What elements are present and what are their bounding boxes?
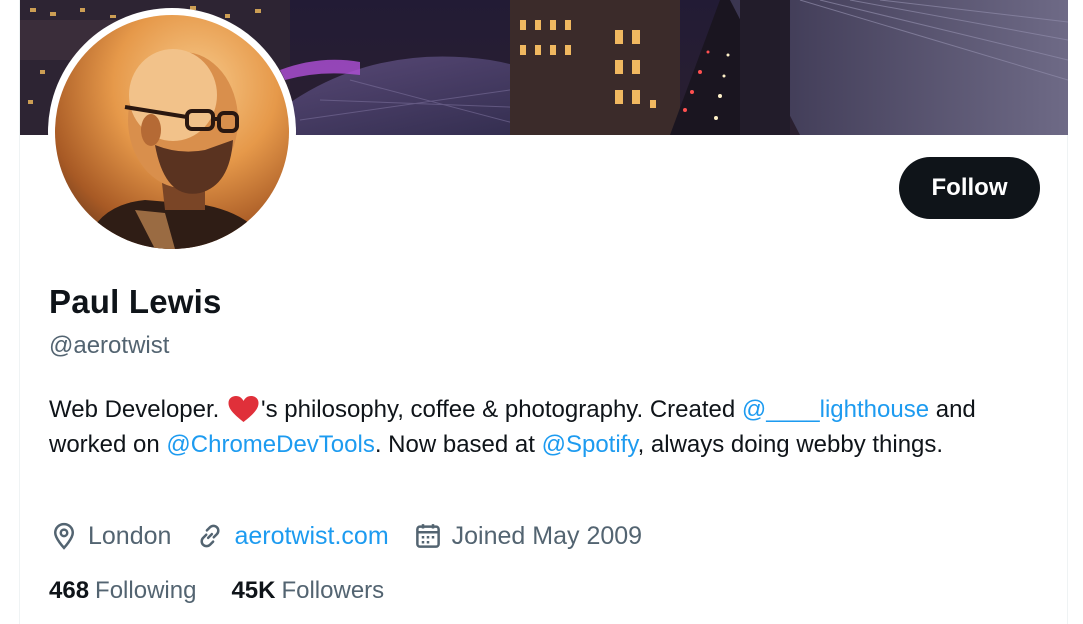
joined-item: Joined May 2009 [413, 521, 642, 551]
following-link[interactable]: 468 Following [49, 577, 196, 605]
follow-button[interactable]: Follow [899, 157, 1040, 219]
location-text: London [88, 521, 172, 550]
mention-spotify-link[interactable]: @Spotify [542, 431, 638, 458]
avatar-portrait-image [85, 49, 270, 249]
followers-link[interactable]: 45K Followers [231, 577, 384, 605]
profile-page: Follow Paul Lewis @aerotwist Web Develop… [0, 0, 1083, 624]
website-item: aerotwist.com [195, 521, 389, 551]
following-label: Following [95, 577, 197, 604]
bio-text: , always doing webby things. [637, 431, 944, 458]
mention-chromedevtools-link[interactable]: @ChromeDevTools [166, 431, 374, 458]
bio-text: 's philosophy, coffee & photography. Cre… [261, 396, 742, 423]
location-item: London [49, 521, 171, 551]
profile-name: Paul Lewis [49, 283, 222, 320]
profile-handle: @aerotwist [49, 332, 170, 359]
profile-stats: 468 Following 45K Followers [49, 574, 419, 608]
website-link[interactable]: aerotwist.com [234, 522, 388, 551]
followers-label: Followers [281, 577, 385, 604]
followers-count: 45K [231, 577, 276, 604]
link-icon [200, 524, 220, 548]
profile-bio: Web Developer. 's philosophy, coffee & p… [49, 392, 1039, 462]
following-count: 468 [49, 577, 90, 604]
joined-text: Joined May 2009 [451, 521, 643, 550]
location-pin-icon [53, 522, 75, 550]
profile-meta-row: London aerotwist.com Joined May 2009 [49, 518, 666, 554]
red-heart-emoji-icon [228, 396, 259, 422]
bio-text: . Now based at [374, 431, 542, 458]
calendar-icon [415, 524, 440, 548]
avatar[interactable] [55, 15, 289, 249]
mention-lighthouse-link[interactable]: @____lighthouse [742, 396, 929, 423]
bio-text: Web Developer. [49, 396, 226, 423]
